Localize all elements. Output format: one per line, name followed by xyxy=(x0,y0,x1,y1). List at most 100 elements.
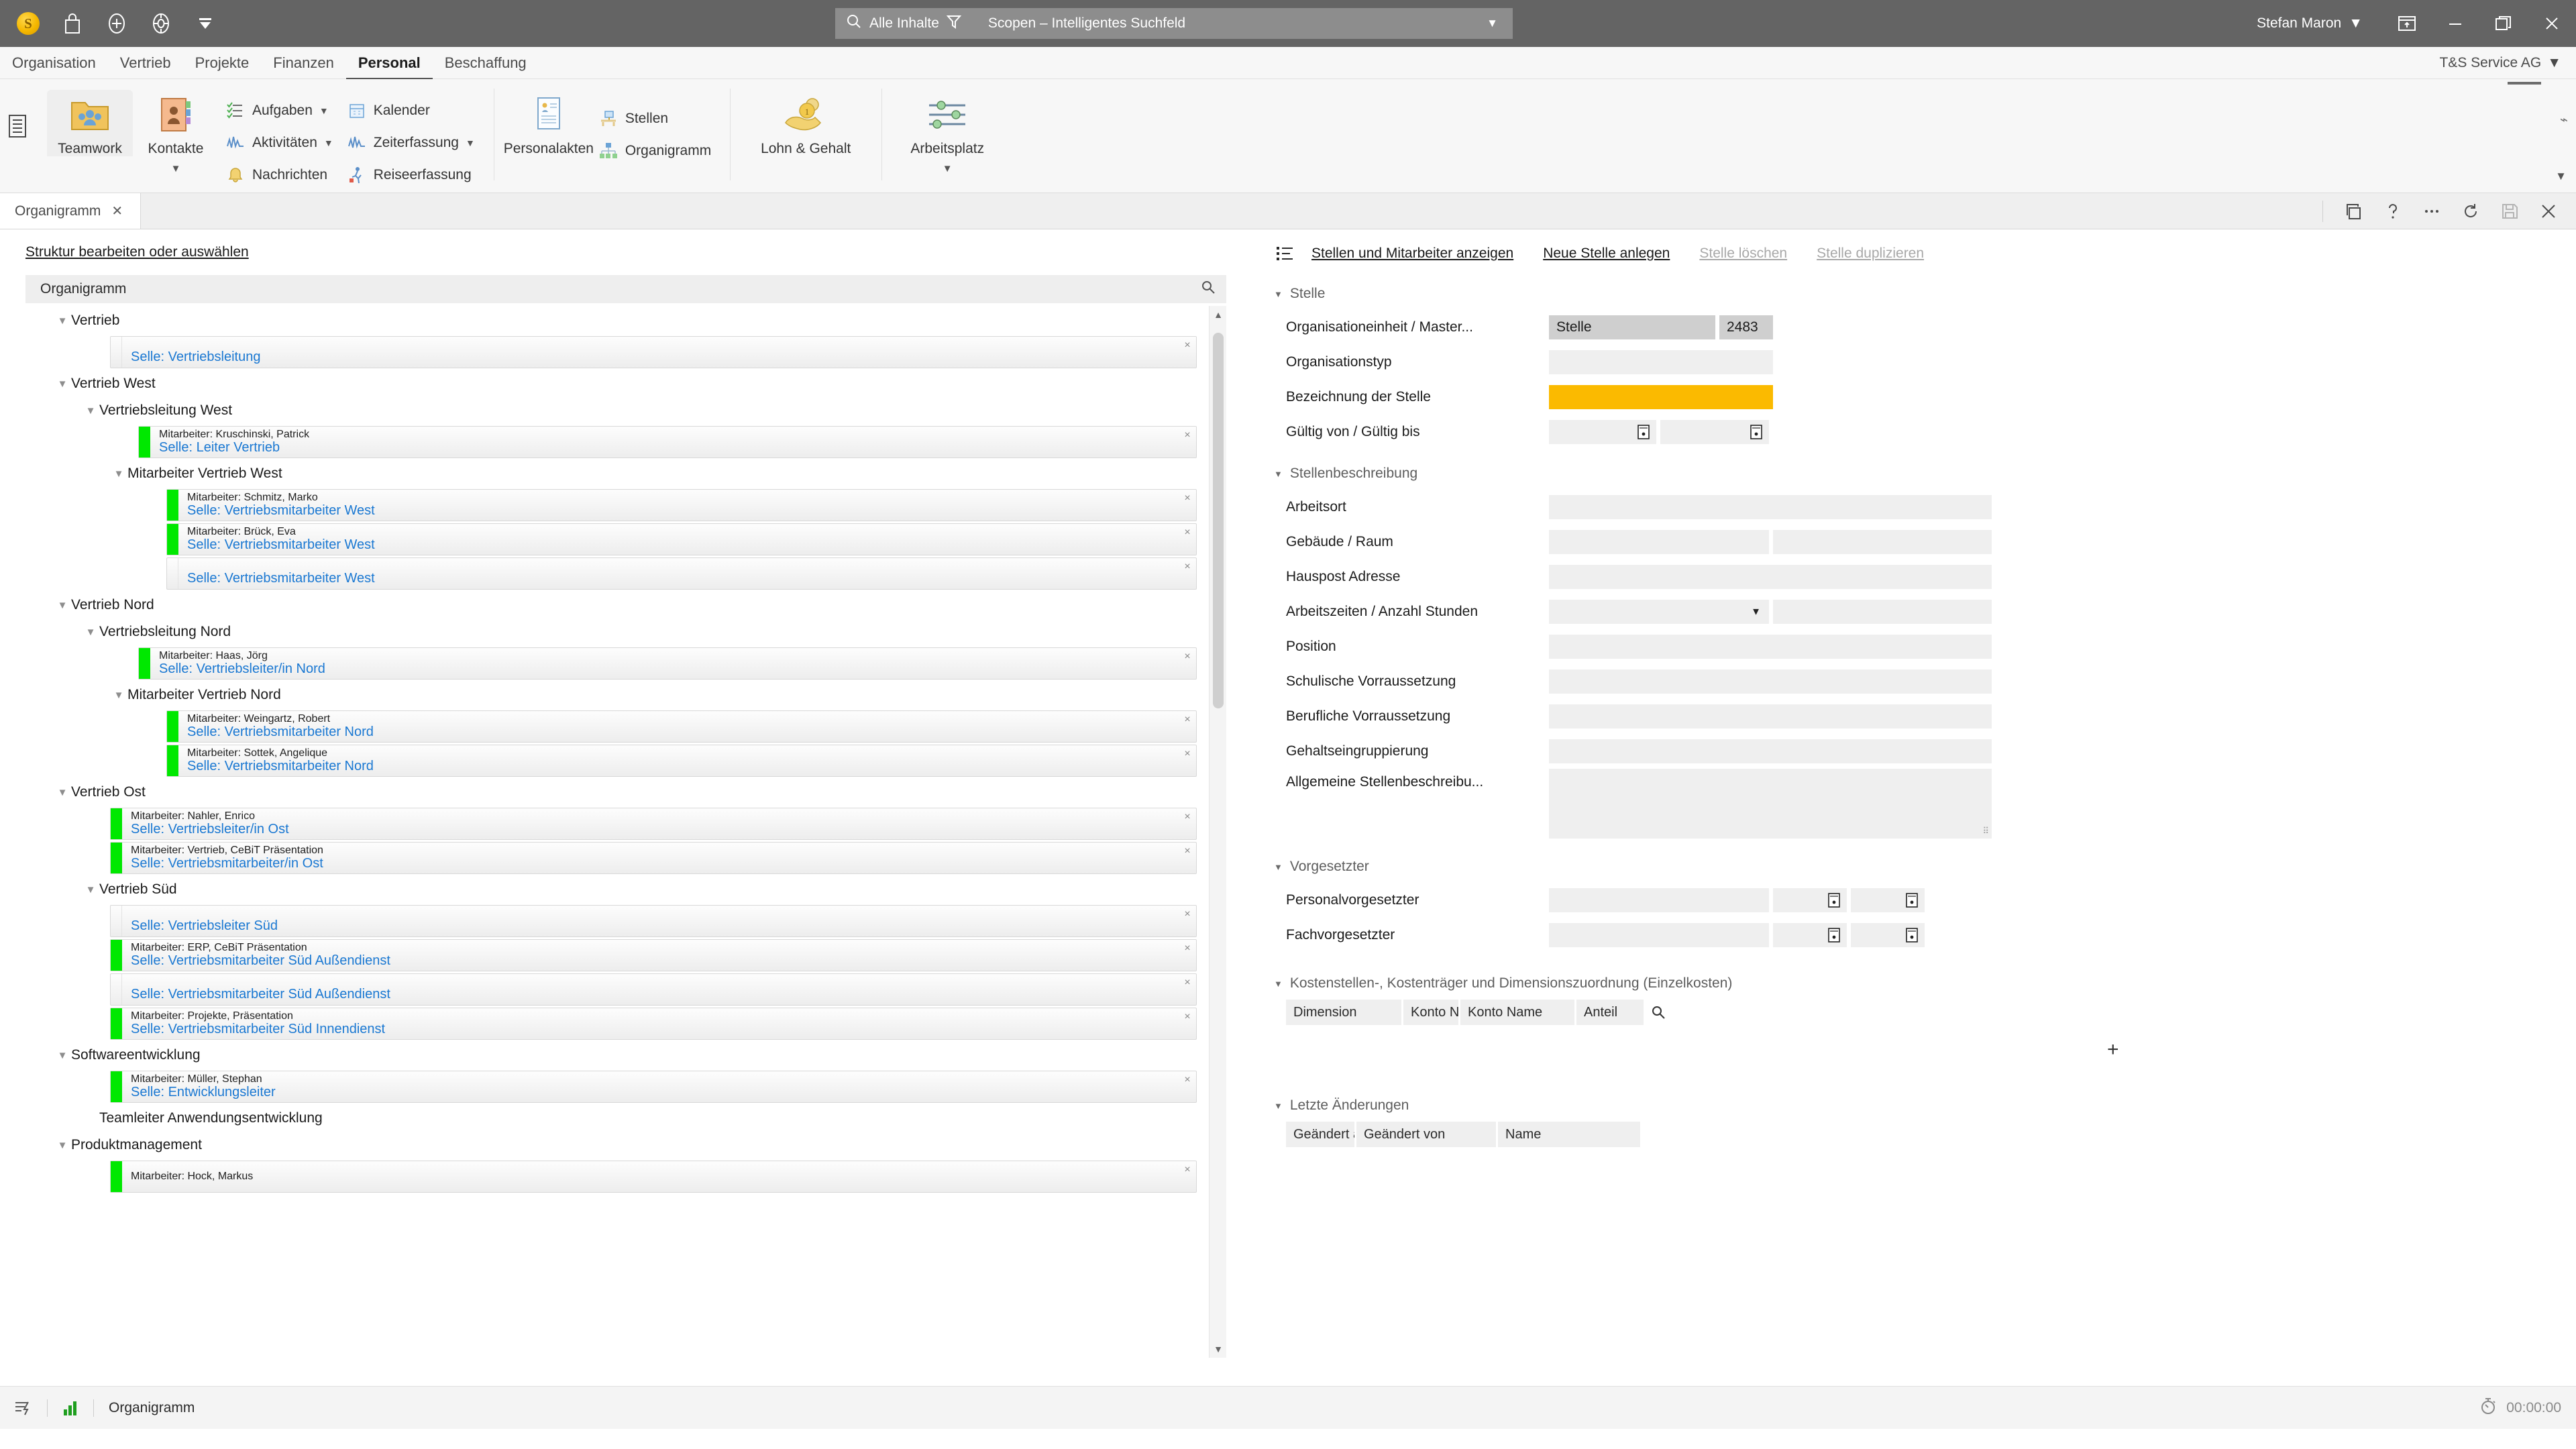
org-position-card[interactable]: Mitarbeiter: Projekte, Präsentation Selle… xyxy=(110,1008,1197,1040)
scroll-down-icon[interactable]: ▼ xyxy=(1210,1340,1227,1358)
close-icon[interactable]: × xyxy=(1179,745,1196,776)
tree-node[interactable]: ▼ Produktmanagement xyxy=(25,1132,1226,1159)
input-personalvorgesetzter-to[interactable] xyxy=(1851,888,1925,912)
close-icon[interactable]: × xyxy=(1179,1008,1196,1039)
menu-item-projekte[interactable]: Projekte xyxy=(183,47,262,79)
ribbon-button-reiseerfassung[interactable]: Reiseerfassung xyxy=(340,161,482,189)
flash-list-icon[interactable] xyxy=(0,1398,47,1418)
org-position-card[interactable]: Mitarbeiter: ERP, CeBiT Präsentation Sell… xyxy=(110,939,1197,971)
scroll-thumb[interactable] xyxy=(1213,333,1224,708)
chevron-down-icon[interactable]: ▼ xyxy=(54,787,71,798)
input-fachvorgesetzter-to[interactable] xyxy=(1851,923,1925,947)
card-position-link[interactable]: Selle: Vertriebsmitarbeiter Süd Außendie… xyxy=(131,954,1179,968)
card-position-link[interactable]: Selle: Vertriebsleiter Süd xyxy=(131,918,1179,933)
card-position-link[interactable]: Selle: Vertriebsmitarbeiter West xyxy=(187,504,1179,518)
org-position-card[interactable]: Mitarbeiter: Schmitz, Marko Selle: Vertri… xyxy=(166,489,1197,521)
chevron-down-icon[interactable]: ▼ xyxy=(171,163,181,174)
chevron-down-icon[interactable]: ▼ xyxy=(324,138,333,148)
minimize-icon[interactable] xyxy=(2431,0,2479,47)
chevron-down-icon[interactable]: ▼ xyxy=(319,105,329,116)
card-position-link[interactable]: Selle: Vertriebsleiter/in Ost xyxy=(131,822,1179,837)
chevron-down-icon[interactable]: ▼ xyxy=(1751,606,1761,618)
column-konto-name[interactable]: Konto Name xyxy=(1460,1000,1574,1025)
section-header-stelle[interactable]: ▼ Stelle xyxy=(1262,286,2576,302)
search-input[interactable]: Scopen – Intelligentes Suchfeld xyxy=(971,15,1487,32)
org-position-card[interactable]: Selle: Vertriebsleiter Süd × xyxy=(110,905,1197,937)
tree-node[interactable]: ▼ Mitarbeiter Vertrieb West xyxy=(25,460,1226,487)
funnel-icon[interactable] xyxy=(946,13,962,34)
bag-icon[interactable] xyxy=(59,10,86,37)
column-anteil[interactable]: Anteil xyxy=(1576,1000,1644,1025)
tree-node[interactable]: ▼ Vertrieb Nord xyxy=(25,592,1226,619)
ribbon-drag-handle[interactable] xyxy=(2508,82,2541,85)
chevron-down-icon[interactable]: ▼ xyxy=(82,884,99,896)
select-organisationstyp[interactable] xyxy=(1549,350,1773,374)
org-position-card[interactable]: Mitarbeiter: Vertrieb, CeBiT Präsentatio… xyxy=(110,842,1197,874)
input-hauspost-adresse[interactable] xyxy=(1549,565,1992,589)
edit-structure-link[interactable]: Struktur bearbeiten oder auswählen xyxy=(25,244,249,260)
action-show-positions-employees[interactable]: Stellen und Mitarbeiter anzeigen xyxy=(1297,246,1528,262)
column-name[interactable]: Name xyxy=(1498,1122,1640,1147)
lifebuoy-icon[interactable] xyxy=(148,10,174,37)
chevron-down-icon[interactable]: ▼ xyxy=(466,138,475,148)
ribbon-button-aktivitaeten[interactable]: Aktivitäten ▼ xyxy=(219,129,340,157)
org-position-card[interactable]: Mitarbeiter: Hock, Markus × xyxy=(110,1161,1197,1193)
input-gueltig-bis[interactable] xyxy=(1660,420,1769,444)
tree-scrollbar[interactable]: ▲ ▼ xyxy=(1209,306,1226,1358)
input-fachvorgesetzter-from[interactable] xyxy=(1773,923,1847,947)
section-header-kostenstellen[interactable]: ▼ Kostenstellen-, Kostenträger und Dimen… xyxy=(1262,975,2576,991)
menu-item-beschaffung[interactable]: Beschaffung xyxy=(433,47,539,79)
calendar-icon[interactable] xyxy=(1827,928,1841,943)
input-arbeitsort[interactable] xyxy=(1549,495,1992,519)
chevron-down-icon[interactable]: ▼ xyxy=(82,627,99,638)
input-gebaeude[interactable] xyxy=(1549,530,1769,554)
chevron-down-icon[interactable]: ▼ xyxy=(82,405,99,417)
close-icon[interactable]: × xyxy=(1179,940,1196,971)
magnifier-icon[interactable] xyxy=(1651,1005,1666,1020)
close-icon[interactable]: × xyxy=(1179,427,1196,458)
column-geaendert-von[interactable]: Geändert von xyxy=(1356,1122,1496,1147)
input-raum[interactable] xyxy=(1773,530,1992,554)
card-position-link[interactable]: Selle: Leiter Vertrieb xyxy=(159,441,1179,455)
org-position-card[interactable]: Mitarbeiter: Müller, Stephan Selle: Entwi… xyxy=(110,1071,1197,1103)
close-icon[interactable]: × xyxy=(1179,490,1196,521)
restore-window-icon[interactable] xyxy=(2383,0,2431,47)
ribbon-button-kalender[interactable]: Kalender xyxy=(340,97,482,125)
ribbon-button-kontakte[interactable]: Kontakte ▼ xyxy=(133,90,219,174)
card-position-link[interactable]: Selle: Vertriebsleiter/in Nord xyxy=(159,662,1179,676)
input-gehaltseingruppierung[interactable] xyxy=(1549,739,1992,763)
chevron-down-icon[interactable]: ▼ xyxy=(54,600,71,611)
close-icon[interactable]: × xyxy=(1179,808,1196,839)
input-schulische-vorraussetzung[interactable] xyxy=(1549,669,1992,694)
close-icon[interactable]: × xyxy=(1179,648,1196,679)
close-icon[interactable]: × xyxy=(1179,1071,1196,1102)
close-icon[interactable]: × xyxy=(1179,1161,1196,1192)
org-position-card[interactable]: Selle: Vertriebsleitung × xyxy=(110,336,1197,368)
card-position-link[interactable]: Selle: Vertriebsmitarbeiter Nord xyxy=(187,725,1179,739)
ribbon-button-nachrichten[interactable]: Nachrichten xyxy=(219,161,340,189)
tree-node[interactable]: ▼ Mitarbeiter Vertrieb Nord xyxy=(25,682,1226,708)
input-position[interactable] xyxy=(1549,635,1992,659)
column-geaendert-am[interactable]: Geändert am xyxy=(1286,1122,1354,1147)
resize-grip-icon[interactable]: ⠿ xyxy=(1982,826,1989,837)
input-anzahl-stunden[interactable] xyxy=(1773,600,1992,624)
help-icon[interactable] xyxy=(2373,193,2412,229)
tab-organigramm[interactable]: Organigramm ✕ xyxy=(0,193,141,229)
app-logo-icon[interactable]: S xyxy=(15,10,42,37)
tree-node[interactable]: ▼ Vertriebsleitung West xyxy=(25,397,1226,424)
ribbon-pin-icon[interactable]: ⌁ xyxy=(2560,111,2568,128)
close-icon[interactable]: × xyxy=(1179,524,1196,555)
tree-body[interactable]: ▼ Vertrieb Selle: Vertriebsleitung × ▼ Vertri… xyxy=(25,303,1226,1370)
calendar-icon[interactable] xyxy=(1827,893,1841,908)
input-personalvorgesetzter-from[interactable] xyxy=(1773,888,1847,912)
save-icon[interactable] xyxy=(2490,193,2529,229)
ribbon-button-lohn-gehalt[interactable]: 1 Lohn & Gehalt xyxy=(742,90,869,156)
ribbon-button-arbeitsplatz[interactable]: Arbeitsplatz ▼ xyxy=(894,90,1001,174)
bars-chart-icon[interactable] xyxy=(48,1399,93,1417)
input-gueltig-von[interactable] xyxy=(1549,420,1656,444)
org-position-card[interactable]: Mitarbeiter: Sottek, Angelique Selle: Ver… xyxy=(166,745,1197,777)
chevron-down-icon[interactable]: ▼ xyxy=(110,690,127,701)
input-organisationseinheit[interactable]: Stelle xyxy=(1549,315,1715,339)
chevron-down-icon[interactable]: ▼ xyxy=(943,163,953,174)
chevron-down-icon[interactable]: ▼ xyxy=(54,1050,71,1061)
